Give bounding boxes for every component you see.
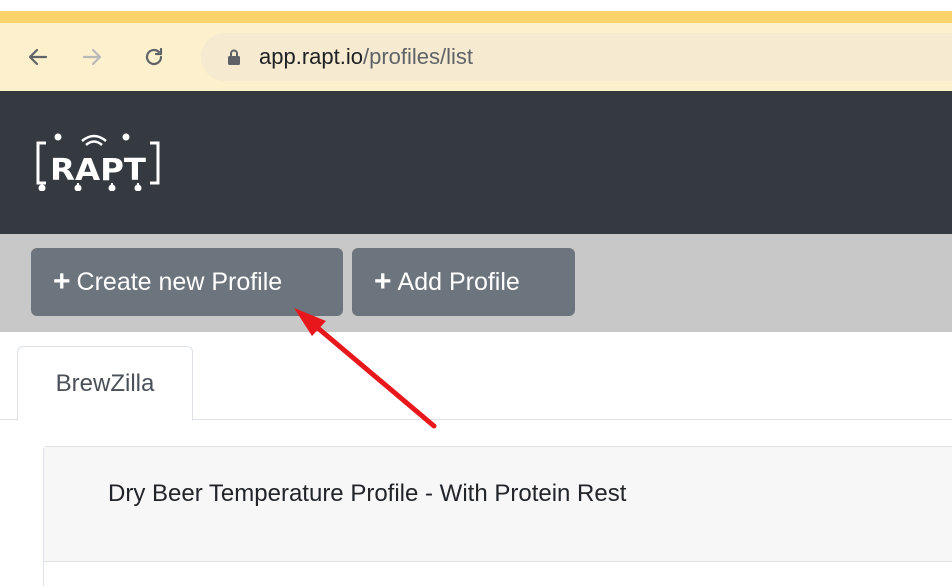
lock-icon[interactable]: [224, 47, 244, 67]
add-profile-label: Add Profile: [397, 267, 520, 296]
reload-button[interactable]: [134, 37, 174, 77]
profile-name: Dry Beer Temperature Profile - With Prot…: [108, 480, 627, 507]
url-text[interactable]: app.rapt.io/profiles/list: [259, 44, 473, 70]
rapt-logo[interactable]: RAPT: [34, 129, 162, 191]
device-tabs: BrewZilla: [0, 332, 952, 421]
back-button[interactable]: [18, 37, 58, 77]
profile-card: Dry Beer Temperature Profile - With Prot…: [43, 446, 952, 586]
plus-icon: +: [374, 265, 392, 298]
reload-icon: [145, 47, 163, 66]
url-host: app.rapt.io: [259, 44, 363, 69]
arrow-right-icon: [82, 48, 102, 66]
forward-button[interactable]: [72, 37, 112, 77]
create-new-profile-label: Create new Profile: [76, 267, 283, 296]
plus-icon: +: [53, 265, 71, 298]
browser-top-strip: [0, 0, 952, 23]
profile-card-header[interactable]: Dry Beer Temperature Profile - With Prot…: [44, 447, 952, 562]
arrow-left-icon: [28, 48, 48, 66]
logo-text: RAPT: [50, 153, 147, 188]
create-new-profile-button[interactable]: + Create new Profile: [31, 248, 343, 316]
address-bar[interactable]: app.rapt.io/profiles/list: [201, 33, 952, 81]
url-path: /profiles/list: [362, 44, 474, 69]
tab-label: BrewZilla: [55, 369, 155, 397]
browser-accent-bar: [0, 11, 952, 23]
app-header: RAPT: [0, 91, 952, 234]
profile-toolbar: + Create new Profile + Add Profile: [0, 234, 952, 332]
add-profile-button[interactable]: + Add Profile: [352, 248, 575, 316]
browser-toolbar: app.rapt.io/profiles/list: [0, 23, 952, 91]
tab-brewzilla[interactable]: BrewZilla: [17, 346, 193, 421]
